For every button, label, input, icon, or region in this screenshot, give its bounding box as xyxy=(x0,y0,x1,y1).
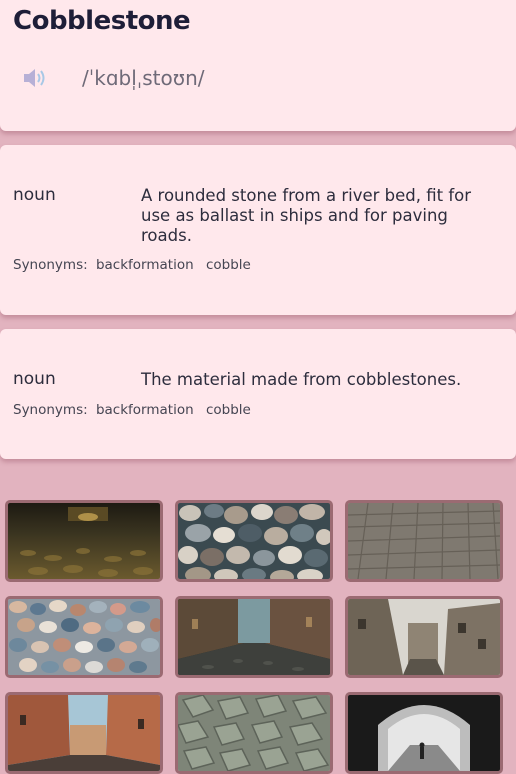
word-header-card: Cobblestone /ˈkɑbl̩ˌstoʊn/ xyxy=(0,0,516,131)
part-of-speech: noun xyxy=(13,185,56,205)
definition-text: The material made from cobblestones. xyxy=(141,370,462,389)
gallery-image[interactable] xyxy=(5,500,163,582)
synonym-link[interactable]: backformation xyxy=(96,257,194,273)
definition-card: noun The material made from cobblestones… xyxy=(0,329,516,459)
synonym-link[interactable]: cobble xyxy=(206,402,251,418)
gallery-image[interactable] xyxy=(5,692,163,774)
synonyms-row: Synonyms: backformation cobble xyxy=(13,402,259,418)
synonym-link[interactable]: cobble xyxy=(206,257,251,273)
speaker-icon[interactable] xyxy=(22,66,48,90)
part-of-speech: noun xyxy=(13,369,56,389)
phonetic-transcription: /ˈkɑbl̩ˌstoʊn/ xyxy=(82,66,205,90)
gallery-image[interactable] xyxy=(5,596,163,678)
gallery-image[interactable] xyxy=(175,596,333,678)
definition-card: noun A rounded stone from a river bed, f… xyxy=(0,145,516,315)
gallery-image[interactable] xyxy=(345,500,503,582)
synonyms-label: Synonyms: xyxy=(13,257,88,273)
gallery-image[interactable] xyxy=(175,500,333,582)
gallery-image[interactable] xyxy=(345,596,503,678)
synonyms-row: Synonyms: backformation cobble xyxy=(13,257,259,273)
synonyms-label: Synonyms: xyxy=(13,402,88,418)
synonym-link[interactable]: backformation xyxy=(96,402,194,418)
gallery-image[interactable] xyxy=(175,692,333,774)
word-title: Cobblestone xyxy=(13,6,191,36)
definition-text: A rounded stone from a river bed, fit fo… xyxy=(141,186,472,245)
gallery-image[interactable] xyxy=(345,692,503,774)
